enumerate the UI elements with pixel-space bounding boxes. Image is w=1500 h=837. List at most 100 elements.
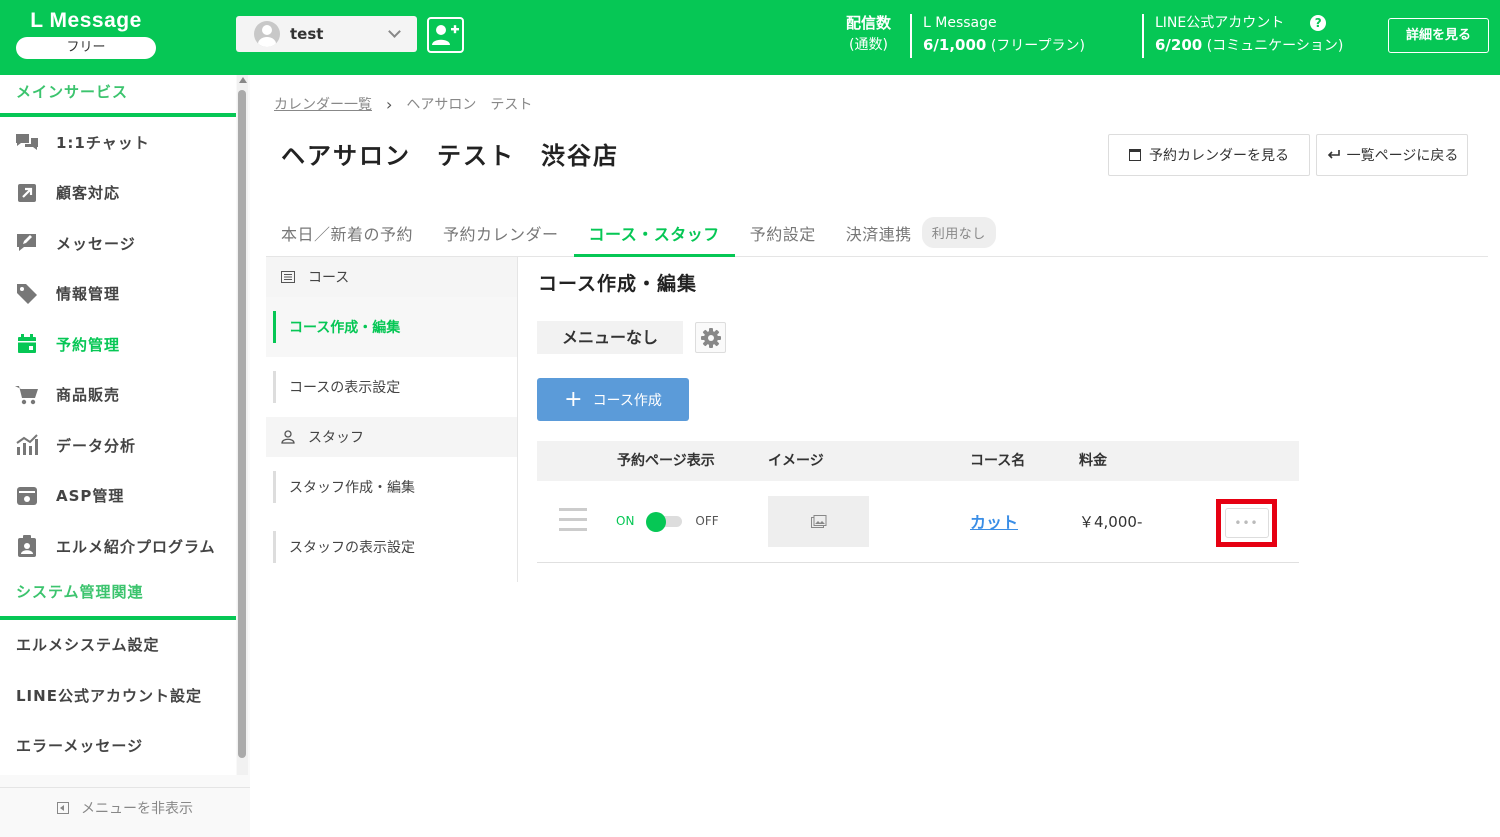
sidebar-item-analytics[interactable]: データ分析 — [0, 420, 236, 471]
drag-handle-icon[interactable] — [559, 508, 587, 532]
line-stat: LINE公式アカウント? 6/200 (コミュニケーション) — [1155, 12, 1343, 57]
hide-menu-label: メニューを非表示 — [81, 800, 193, 817]
arrow-box-icon — [14, 182, 40, 204]
subnav-course-display[interactable]: コースの表示設定 — [266, 357, 517, 417]
user-icon — [280, 430, 296, 444]
sent-label: 配信数 — [846, 14, 892, 32]
tab-course-staff[interactable]: コース・スタッフ — [573, 208, 735, 257]
tab-today[interactable]: 本日／新着の予約 — [266, 208, 428, 257]
subnav-staff-label: スタッフ — [308, 430, 364, 446]
scroll-up-icon[interactable] — [239, 77, 247, 83]
column-header: 予約ページ表示 — [617, 453, 715, 469]
subnav-course-edit[interactable]: コース作成・編集 — [266, 297, 517, 357]
help-icon[interactable]: ? — [1310, 15, 1327, 31]
course-price: ￥4,000- — [1079, 513, 1143, 531]
logo[interactable]: L Message フリー — [14, 8, 158, 59]
breadcrumb-calendar-list[interactable]: カレンダー一覧 — [274, 94, 372, 114]
sidebar-item-error-messages[interactable]: エラーメッセージ — [0, 721, 236, 772]
sidebar-item-reservation[interactable]: 予約管理 — [0, 319, 236, 370]
chat-icon — [14, 131, 40, 153]
content-title: コース作成・編集 — [538, 273, 698, 295]
sidebar-item-message[interactable]: メッセージ — [0, 218, 236, 269]
subnav-course-header: コース — [266, 257, 517, 297]
lmessage-stat: L Message 6/1,000 (フリープラン) — [923, 12, 1085, 57]
lmessage-label: L Message — [923, 15, 997, 31]
image-icon — [810, 514, 826, 528]
sidebar: メインサービス 1:1チャット 顧客対応 メッセージ 情報管理 予約管理 商品販… — [0, 75, 250, 837]
calendar-icon — [14, 333, 40, 355]
column-header: コース名 — [970, 453, 1026, 469]
subnav-staff-edit[interactable]: スタッフ作成・編集 — [266, 457, 517, 517]
sent-sub-label: (通数) — [849, 37, 888, 53]
add-user-button[interactable] — [427, 17, 464, 53]
plus-icon: + — [564, 386, 583, 412]
sidebar-menu: メインサービス 1:1チャット 顧客対応 メッセージ 情報管理 予約管理 商品販… — [0, 75, 236, 775]
table-row: ON OFF カット ￥4,000- — [537, 481, 1299, 563]
tab-payment-label: 決済連携 — [845, 224, 912, 244]
detail-button[interactable]: 詳細を見る — [1388, 18, 1489, 53]
sidebar-item-sales[interactable]: 商品販売 — [0, 370, 236, 421]
subnav-course-label: コース — [308, 270, 350, 286]
status-badge: 利用なし — [921, 217, 996, 248]
hide-menu-button[interactable]: メニューを非表示 — [0, 787, 250, 827]
sidebar-item-referral[interactable]: エルメ紹介プログラム — [0, 521, 236, 572]
sub-navigation: コース コース作成・編集 コースの表示設定 スタッフ スタッフ作成・編集 スタッ… — [266, 257, 518, 582]
sidebar-item-label: ASP管理 — [56, 487, 125, 506]
view-calendar-label: 予約カレンダーを見る — [1149, 148, 1289, 164]
message-edit-icon — [14, 232, 40, 254]
sent-count-label: 配信数 (通数) — [846, 12, 891, 56]
account-name: test — [290, 25, 324, 43]
page-title: ヘアサロン テスト 渋谷店 — [281, 142, 619, 170]
tab-bar: 本日／新着の予約 予約カレンダー コース・スタッフ 予約設定 決済連携 利用なし — [266, 208, 1488, 257]
sidebar-item-label: 予約管理 — [56, 335, 121, 354]
toggle-switch[interactable] — [646, 512, 683, 532]
breadcrumb-current: ヘアサロン テスト — [406, 97, 533, 113]
lmessage-value: 6/1,000 — [923, 36, 987, 54]
sidebar-item-line-settings[interactable]: LINE公式アカウント設定 — [0, 670, 236, 721]
course-name-link[interactable]: カット — [970, 509, 1018, 533]
back-to-list-button[interactable]: 一覧ページに戻る — [1316, 134, 1468, 176]
display-toggle[interactable]: ON OFF — [616, 512, 719, 532]
sidebar-section-system: システム管理関連 — [0, 572, 236, 620]
tab-reservation-settings[interactable]: 予約設定 — [735, 208, 831, 257]
collapse-icon — [57, 801, 69, 814]
sidebar-item-label: 顧客対応 — [56, 184, 121, 203]
chevron-right-icon: › — [386, 94, 393, 114]
sidebar-item-system-settings[interactable]: エルメシステム設定 — [0, 620, 236, 671]
top-header: L Message フリー test 配信数 (通数) L Message 6/… — [0, 0, 1500, 75]
table-header: 予約ページ表示 イメージ コース名 料金 — [537, 441, 1299, 481]
cart-icon — [14, 384, 40, 406]
column-header: 料金 — [1079, 453, 1107, 469]
divider — [910, 14, 912, 58]
sidebar-item-asp[interactable]: ASP管理 — [0, 471, 236, 522]
scrollbar-thumb[interactable] — [238, 90, 246, 758]
subnav-staff-display[interactable]: スタッフの表示設定 — [266, 517, 517, 577]
column-header: イメージ — [768, 453, 824, 469]
sidebar-item-chat[interactable]: 1:1チャット — [0, 117, 236, 168]
create-course-label: コース作成 — [592, 392, 662, 409]
sidebar-item-label: 商品販売 — [56, 386, 121, 405]
logo-text: L Message — [30, 9, 142, 32]
tab-payment[interactable]: 決済連携 利用なし — [831, 208, 996, 257]
sidebar-item-info[interactable]: 情報管理 — [0, 269, 236, 320]
view-calendar-button[interactable]: 予約カレンダーを見る — [1108, 134, 1310, 176]
calendar-icon — [1129, 149, 1141, 161]
menu-settings-button[interactable] — [695, 322, 726, 353]
avatar — [254, 21, 280, 47]
more-options-button[interactable]: ••• — [1224, 508, 1269, 538]
toggle-on-label: ON — [616, 514, 635, 528]
tab-calendar[interactable]: 予約カレンダー — [428, 208, 574, 257]
plan-badge: フリー — [16, 37, 156, 59]
sidebar-item-label: 情報管理 — [56, 285, 121, 304]
sidebar-item-customer[interactable]: 顧客対応 — [0, 168, 236, 219]
gear-icon — [700, 327, 721, 348]
create-course-button[interactable]: + コース作成 — [537, 378, 689, 421]
line-value: 6/200 — [1155, 36, 1203, 54]
breadcrumb: カレンダー一覧 › ヘアサロン テスト — [274, 94, 532, 114]
lmessage-plan: (フリープラン) — [990, 38, 1085, 54]
sidebar-item-label: エルメ紹介プログラム — [56, 537, 216, 556]
asp-icon — [14, 485, 40, 507]
chevron-down-icon — [388, 25, 401, 38]
account-select[interactable]: test — [236, 16, 417, 52]
list-icon — [280, 271, 296, 283]
